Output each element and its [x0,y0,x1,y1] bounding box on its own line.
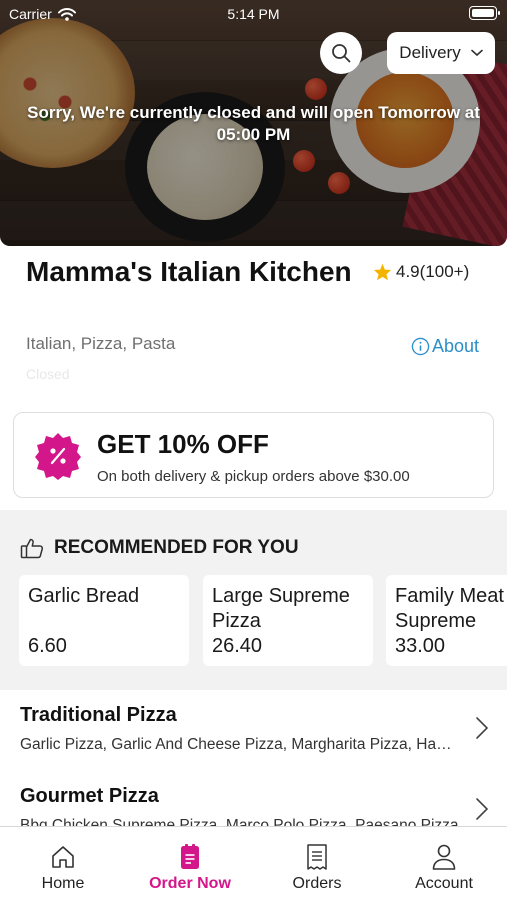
recommended-heading: RECOMMENDED FOR YOU [54,537,299,558]
chevron-right-icon [476,798,489,820]
promo-card[interactable]: GET 10% OFF On both delivery & pickup or… [13,412,494,498]
promo-title: GET 10% OFF [97,429,269,459]
recommended-carousel[interactable]: Garlic Bread 6.60 Large Supreme Pizza 26… [0,575,507,667]
tab-bar: Home Order Now Orders Account [0,826,507,900]
tab-label: Home [41,875,85,892]
delivery-mode-label: Delivery [399,43,461,62]
recommended-header: RECOMMENDED FOR YOU [20,537,299,559]
category-title: Gourmet Pizza [20,785,159,807]
hero-banner: Carrier 5:14 PM Delivery Sorry, We're cu… [0,0,507,246]
star-icon [373,263,392,281]
category-title: Traditional Pizza [20,704,177,726]
chevron-down-icon [470,49,483,57]
battery-icon [469,6,500,20]
about-label: About [432,336,480,356]
category-row[interactable]: Traditional Pizza Garlic Pizza, Garlic A… [0,690,507,770]
item-name: Garlic Bread [28,585,140,607]
home-icon [52,846,74,868]
status-time: 5:14 PM [227,6,280,22]
rating-value: 4.9(100+) [396,262,470,281]
restaurant-name: Mamma's Italian Kitchen [26,256,352,287]
item-price: 33.00 [395,635,446,657]
chevron-right-icon [476,717,489,739]
search-icon [332,44,351,63]
thumbs-up-icon [20,538,44,559]
receipt-icon [307,844,327,870]
delivery-mode-dropdown[interactable]: Delivery [387,32,495,74]
tab-order-now[interactable]: Order Now [127,827,253,900]
status-bar: Carrier 5:14 PM [0,0,507,28]
promo-subtitle: On both delivery & pickup orders above $… [97,468,410,485]
order-icon [181,844,199,869]
tab-label: Account [415,875,473,892]
category-description: Garlic Pizza, Garlic And Cheese Pizza, M… [20,736,460,753]
tab-orders[interactable]: Orders [254,827,380,900]
cuisine-list: Italian, Pizza, Pasta [26,334,176,353]
recommended-item[interactable]: Large Supreme Pizza 26.40 [203,575,373,666]
recommended-item[interactable]: Garlic Bread 6.60 [19,575,189,666]
item-price: 26.40 [212,635,263,657]
closed-message: Sorry, We're currently closed and will o… [27,103,480,144]
item-name: Large Supreme Pizza [212,585,350,632]
item-name: Family Meat Supreme [395,585,504,632]
closed-status: Closed [26,366,70,382]
recommended-item[interactable]: Family Meat Supreme 33.00 [386,575,507,666]
tab-home[interactable]: Home [0,827,126,900]
recommended-section: RECOMMENDED FOR YOU Garlic Bread 6.60 La… [0,510,507,690]
info-icon [411,337,430,356]
tab-label: Order Now [149,875,231,892]
tab-label: Orders [292,875,342,892]
discount-badge-icon [35,433,81,480]
search-button[interactable] [320,32,362,74]
user-icon [432,844,456,870]
rating: 4.9(100+) [373,262,469,282]
tab-account[interactable]: Account [381,827,507,900]
item-price: 6.60 [28,635,67,657]
about-link[interactable]: About [411,336,479,357]
